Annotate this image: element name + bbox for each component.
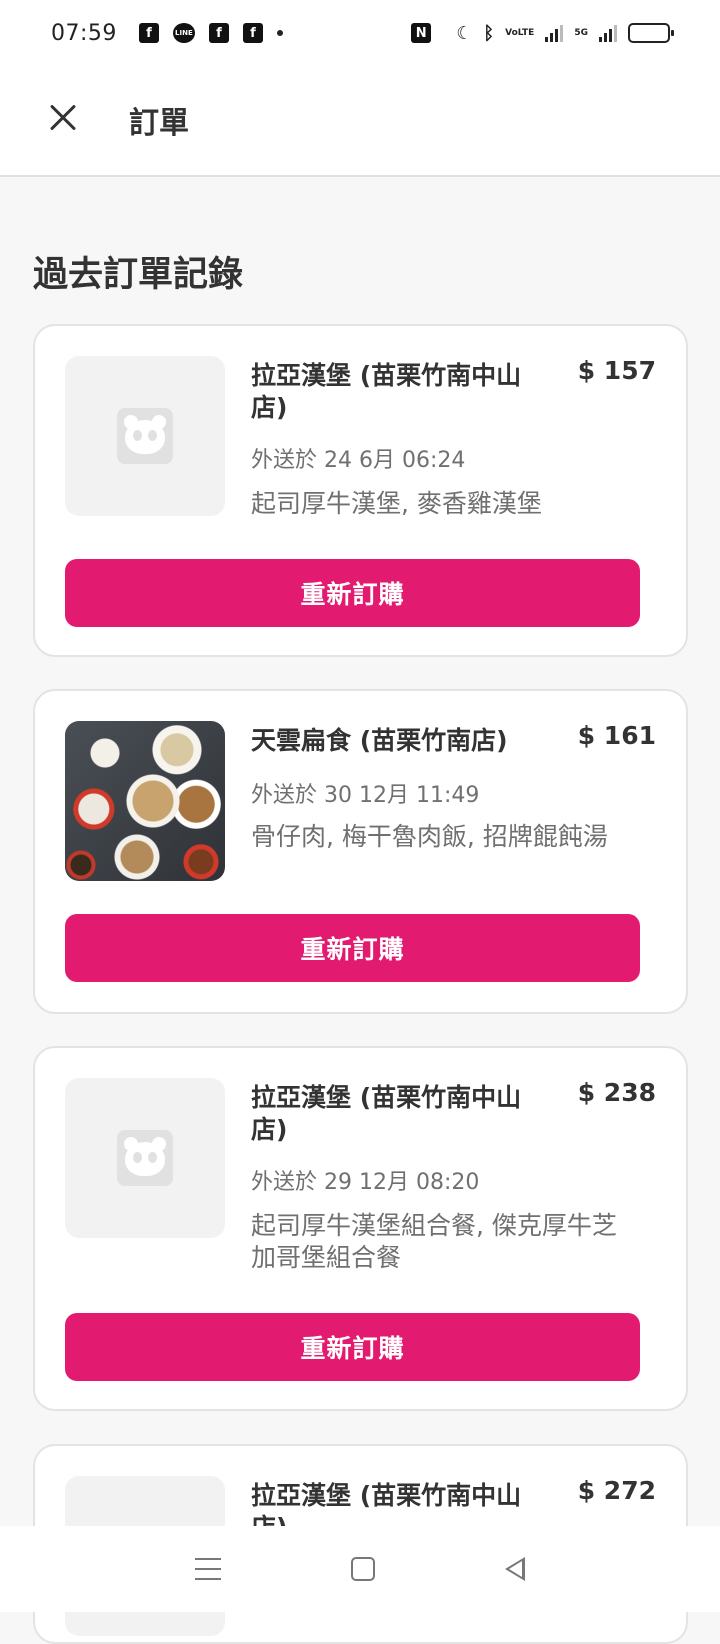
5g-signal-icon [599,24,617,42]
order-items: 骨仔肉, 梅干魯肉飯, 招牌餛飩湯 [251,822,608,851]
home-icon[interactable] [351,1557,375,1581]
battery-icon [628,23,674,43]
food-photo [65,721,225,881]
5g-label: 5G [574,27,588,38]
bluetooth-icon: ᛒ [483,22,495,44]
line-icon: LINE [172,23,195,43]
restaurant-thumbnail [65,721,225,881]
delivery-time: 外送於 29 12月 08:20 [251,1170,480,1195]
restaurant-name: 天雲扁食 (苗栗竹南店) [251,726,508,755]
facebook-icon: f [242,23,263,43]
system-nav-bar [0,1526,720,1612]
reorder-button[interactable]: 重新訂購 [65,1313,640,1381]
order-card: 天雲扁食 (苗栗竹南店) $ 161 外送於 30 12月 11:49 骨仔肉,… [33,689,688,1014]
delivery-time: 外送於 24 6月 06:24 [251,448,466,473]
facebook-icon: f [208,23,229,43]
facebook-icon: f [138,23,159,43]
order-price: $ 157 [577,356,656,385]
back-icon[interactable] [505,1557,525,1581]
menu-icon[interactable] [195,1558,221,1580]
past-orders-heading: 過去訂單記錄 [33,255,244,295]
signal-icon [545,24,564,42]
order-card: 拉亞漢堡 (苗栗竹南中山店) $ 238 外送於 29 12月 08:20 起司… [33,1046,688,1411]
nfc-icon: N [411,23,432,43]
order-price: $ 238 [577,1078,656,1107]
order-price: $ 272 [577,1476,656,1505]
close-icon[interactable] [46,101,80,135]
restaurant-name: 拉亞漢堡 (苗栗竹南中山店) [251,361,522,422]
reorder-button[interactable]: 重新訂購 [65,914,640,982]
restaurant-thumbnail [65,356,225,516]
order-items: 起司厚牛漢堡, 麥香雞漢堡 [251,489,542,518]
volte-icon: VoLTE [505,27,535,38]
order-items: 起司厚牛漢堡組合餐, 傑克厚牛芝加哥堡組合餐 [251,1211,617,1272]
moon-icon: ☾ [456,22,473,44]
header-bar: 訂單 [0,66,720,177]
order-card: 拉亞漢堡 (苗栗竹南中山店) $ 157 外送於 24 6月 06:24 起司厚… [33,324,688,657]
delivery-time: 外送於 30 12月 11:49 [251,783,480,808]
status-right-icons: N ☾ ᛒ VoLTE 5G [411,22,674,44]
page-title: 訂單 [129,106,189,141]
status-bar: 07:59 f LINE f f N ☾ ᛒ VoLTE 5G [0,0,720,66]
placeholder-panda-icon [117,408,173,464]
restaurant-name: 拉亞漢堡 (苗栗竹南中山店) [251,1083,522,1144]
dot-icon [276,30,283,36]
reorder-button[interactable]: 重新訂購 [65,559,640,627]
restaurant-thumbnail [65,1078,225,1238]
placeholder-panda-icon [117,1130,173,1186]
status-time: 07:59 [51,20,117,46]
order-price: $ 161 [577,721,656,750]
